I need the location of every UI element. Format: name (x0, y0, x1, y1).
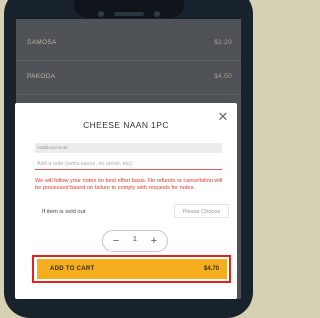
sensor-icon (154, 11, 160, 17)
additional-note-label: Additional Note (35, 143, 222, 153)
menu-item-name: PAKODA (27, 73, 56, 80)
additional-note-input[interactable] (35, 158, 222, 170)
menu-item-pakoda[interactable]: PAKODA $4.50 (16, 61, 241, 95)
plus-icon[interactable]: + (147, 234, 161, 248)
speaker-icon (114, 12, 144, 16)
add-to-cart-label: ADD TO CART (50, 266, 95, 272)
sold-out-label: If item is sold out (42, 209, 86, 215)
quantity-stepper: − 1 + (102, 230, 168, 252)
menu-item-price: $4.50 (214, 73, 232, 80)
modal-title: CHEESE NAAN 1PC (83, 120, 169, 130)
minus-icon[interactable]: − (109, 234, 123, 248)
camera-icon (98, 11, 104, 17)
menu-item-samosa[interactable]: SAMOSA $2.20 (16, 27, 241, 61)
menu-item-price: $2.20 (214, 39, 232, 46)
quantity-value: 1 (133, 236, 137, 243)
sold-out-select[interactable]: Please Choose (174, 204, 229, 218)
note-warning-text: We will follow your notes on best effort… (35, 178, 223, 191)
add-to-cart-button[interactable]: ADD TO CART $4.70 (37, 259, 227, 279)
add-to-cart-price: $4.70 (203, 266, 219, 272)
menu-item-name: SAMOSA (27, 39, 57, 46)
